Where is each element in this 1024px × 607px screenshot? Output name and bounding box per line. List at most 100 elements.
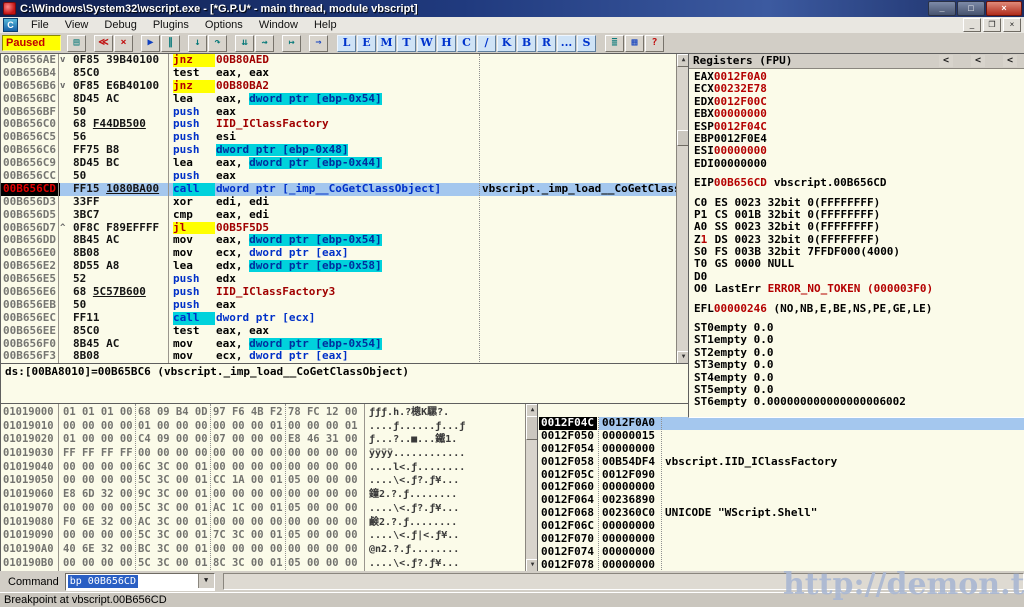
dump-bytes: 5C 3C 00 01: [138, 529, 208, 543]
cpu-window-icon[interactable]: C: [3, 18, 18, 32]
cpu-window-button[interactable]: C: [457, 35, 476, 52]
mnemonic: test: [173, 325, 215, 338]
disasm-row[interactable]: 00B656F08B45 ACmoveax, dword ptr [ebp-0x…: [1, 338, 689, 351]
register-row-eip[interactable]: EIP 00B656CDvbscript.00B656CD: [694, 177, 1024, 189]
hex-dump-pane[interactable]: 0101900001 01 01 0068 09 B4 0D97 F6 4B F…: [0, 403, 539, 573]
registers-pane[interactable]: Registers (FPU) < < < EAX 0012F0A0ECX 00…: [688, 53, 1024, 418]
restart-button[interactable]: ≪: [94, 35, 113, 52]
collapse-button[interactable]: <: [1003, 55, 1017, 67]
windows-button[interactable]: W: [417, 35, 436, 52]
disasm-row[interactable]: 00B656ECFF11calldword ptr [ecx]: [1, 312, 689, 325]
handles-button[interactable]: H: [437, 35, 456, 52]
disasm-row[interactable]: 00B656EB50pusheax: [1, 299, 689, 312]
go-to-address-button[interactable]: ⇒: [309, 35, 328, 52]
flag-row[interactable]: O 0LastErr ERROR_NO_TOKEN (000003F0): [694, 283, 1024, 295]
disasm-row[interactable]: 00B656AEv0F85 39B40100jnz00B80AED: [1, 54, 689, 67]
menu-item-view[interactable]: View: [57, 18, 97, 32]
menu-item-debug[interactable]: Debug: [96, 18, 144, 32]
dump-row[interactable]: 01019060E8 6D 32 009C 3C 00 0100 00 00 0…: [1, 488, 524, 502]
close-program-button[interactable]: ×: [114, 35, 133, 52]
help-button[interactable]: ?: [645, 35, 664, 52]
log-window-button[interactable]: L: [337, 35, 356, 52]
stack-address: 0012F058: [541, 456, 597, 469]
step-into-button[interactable]: ↓: [188, 35, 207, 52]
animate-into-button[interactable]: ⇊: [235, 35, 254, 52]
dump-row[interactable]: 01019030FF FF FF FF00 00 00 0000 00 00 0…: [1, 447, 524, 461]
appearance-button[interactable]: ▦: [625, 35, 644, 52]
disasm-row[interactable]: 00B656E28D55 A8leaedx, dword ptr [ebp-0x…: [1, 260, 689, 273]
options-button[interactable]: ≣: [605, 35, 624, 52]
run-trace-button[interactable]: ...: [557, 35, 576, 52]
dropdown-arrow-icon[interactable]: ▼: [198, 574, 214, 588]
close-button[interactable]: ×: [986, 1, 1022, 16]
references-button[interactable]: R: [537, 35, 556, 52]
dump-bytes: 6C 3C 00 01: [138, 461, 208, 475]
command-input[interactable]: bp 00B656CD ▼: [65, 573, 215, 591]
eflags-row[interactable]: EFL 00000246 (NO,NB,E,BE,NS,PE,GE,LE): [694, 303, 1024, 315]
stack-row[interactable]: 0012F07400000000: [538, 546, 1024, 559]
mnemonic: cmp: [173, 209, 215, 222]
dump-row[interactable]: 0101902001 00 00 00C4 09 00 0007 00 00 0…: [1, 433, 524, 447]
fpu-register-row[interactable]: ST6 empty 0.000000000000000006002: [694, 396, 1024, 408]
disasm-row[interactable]: 00B656D333FFxoredi, edi: [1, 196, 689, 209]
stack-row[interactable]: 0012F07000000000: [538, 533, 1024, 546]
collapse-button[interactable]: <: [971, 55, 985, 67]
dump-row[interactable]: 0101900001 01 01 0068 09 B4 0D97 F6 4B F…: [1, 406, 524, 420]
dump-row[interactable]: 01019080F0 6E 32 00AC 3C 00 0100 00 00 0…: [1, 516, 524, 530]
menu-item-options[interactable]: Options: [197, 18, 251, 32]
disasm-row[interactable]: 00B656DD8B45 ACmoveax, dword ptr [ebp-0x…: [1, 234, 689, 247]
stack-row[interactable]: 0012F05800B54DF4vbscript.IID_IClassFacto…: [538, 456, 1024, 469]
maximize-button[interactable]: □: [957, 1, 985, 16]
executable-modules-button[interactable]: E: [357, 35, 376, 52]
disasm-row[interactable]: 00B656E668 5C57B600pushIID_IClassFactory…: [1, 286, 689, 299]
menu-item-window[interactable]: Window: [251, 18, 306, 32]
stack-row[interactable]: 0012F04C0012F0A0: [538, 417, 1024, 430]
minimize-button[interactable]: _: [928, 1, 956, 16]
source-button[interactable]: S: [577, 35, 596, 52]
open-file-button[interactable]: ▤: [67, 35, 86, 52]
register-row[interactable]: EDI 00000000: [694, 158, 1024, 170]
dump-row[interactable]: 0101907000 00 00 005C 3C 00 01AC 1C 00 0…: [1, 502, 524, 516]
collapse-button[interactable]: <: [939, 55, 953, 67]
register-value: 00000000: [714, 157, 767, 170]
operands: eax, dword ptr [ebp-0x54]: [216, 93, 478, 106]
animate-over-button[interactable]: ⇝: [255, 35, 274, 52]
column-divider: [135, 404, 136, 572]
dump-row[interactable]: 0101909000 00 00 005C 3C 00 017C 3C 00 0…: [1, 529, 524, 543]
mdi-minimize-button[interactable]: _: [963, 18, 981, 32]
dump-row[interactable]: 010190B000 00 00 005C 3C 00 018C 3C 00 0…: [1, 557, 524, 571]
mdi-restore-button[interactable]: ❐: [983, 18, 1001, 32]
threads-button[interactable]: T: [397, 35, 416, 52]
disasm-row[interactable]: 00B656C98D45 BCleaeax, dword ptr [ebp-0x…: [1, 157, 689, 170]
disasm-row[interactable]: 00B656F38B08movecx, dword ptr [eax]: [1, 350, 689, 363]
status-indicator: Paused: [2, 35, 61, 51]
menu-item-file[interactable]: File: [23, 18, 57, 32]
flag-row[interactable]: T 0GS 0000 NULL: [694, 258, 1024, 270]
dump-bytes: 05 00 00 00: [288, 502, 358, 516]
mdi-close-button[interactable]: ×: [1003, 18, 1021, 32]
disasm-row[interactable]: 00B656BC8D45 ACleaeax, dword ptr [ebp-0x…: [1, 93, 689, 106]
dump-row[interactable]: 0101901000 00 00 0001 00 00 0000 00 00 0…: [1, 420, 524, 434]
disassembly-pane[interactable]: 00B656AEv0F85 39B40100jnz00B80AED 00B656B…: [0, 53, 690, 365]
patches-button[interactable]: /: [477, 35, 496, 52]
dump-row[interactable]: 0101904000 00 00 006C 3C 00 0100 00 00 0…: [1, 461, 524, 475]
column-divider: [479, 54, 480, 364]
stack-row[interactable]: 0012F05400000000: [538, 443, 1024, 456]
call-stack-button[interactable]: K: [497, 35, 516, 52]
dump-address: 01019070: [3, 502, 57, 516]
stack-pane[interactable]: 0012F04C0012F0A00012F050000000150012F054…: [537, 403, 1024, 573]
dump-row[interactable]: 010190A040 6E 32 00BC 3C 00 0100 00 00 0…: [1, 543, 524, 557]
dump-row[interactable]: 0101905000 00 00 005C 3C 00 01CC 1A 00 0…: [1, 474, 524, 488]
memory-map-button[interactable]: M: [377, 35, 396, 52]
stack-row[interactable]: 0012F05000000015: [538, 430, 1024, 443]
breakpoints-button[interactable]: B: [517, 35, 536, 52]
menu-item-help[interactable]: Help: [306, 18, 345, 32]
pause-button[interactable]: ∥: [161, 35, 180, 52]
command-value[interactable]: bp 00B656CD: [68, 575, 138, 588]
step-over-button[interactable]: ↷: [208, 35, 227, 52]
run-button[interactable]: ▶: [141, 35, 160, 52]
execute-till-return-button[interactable]: ↦: [282, 35, 301, 52]
disasm-row[interactable]: 00B656CDFF15 1080BA00calldword ptr [_imp…: [1, 183, 689, 196]
menu-item-plugins[interactable]: Plugins: [145, 18, 197, 32]
disasm-row[interactable]: 00B656C068 F44DB500pushIID_IClassFactory: [1, 118, 689, 131]
